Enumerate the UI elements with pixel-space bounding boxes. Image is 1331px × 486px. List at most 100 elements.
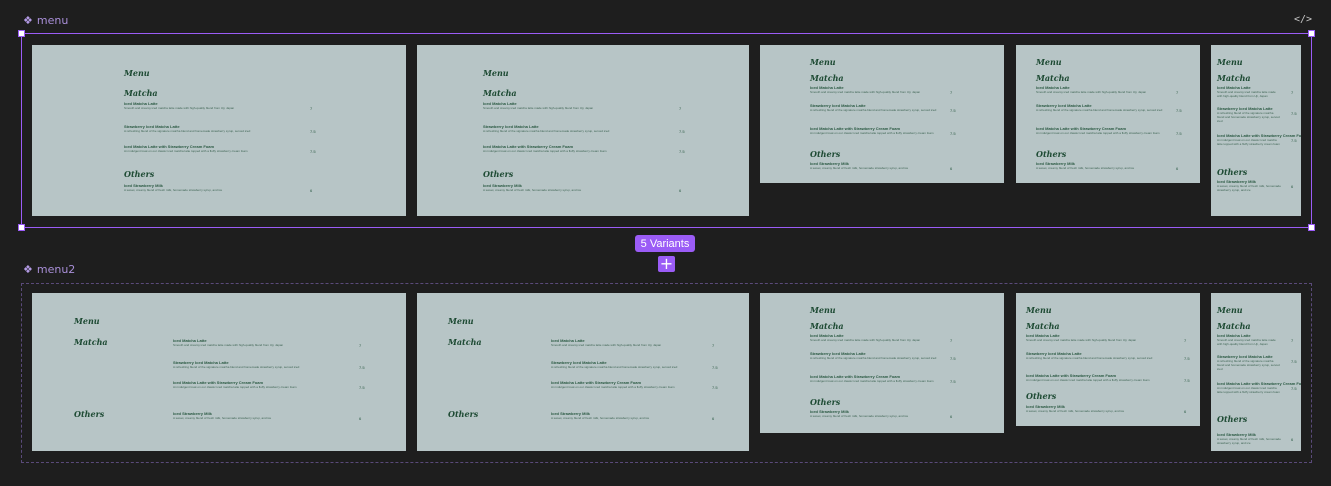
menu-title: Menu: [448, 316, 474, 326]
item-price: 7: [950, 338, 953, 343]
menu-variant-card[interactable]: Menu Matcha Iced Matcha Latte Smooth and cr…: [1016, 293, 1200, 426]
section-matcha: Matcha: [1036, 73, 1070, 83]
item-desc: Smooth and creamy iced matcha latte made…: [810, 338, 921, 342]
item-price: 6: [950, 414, 953, 419]
menu-title: Menu: [74, 316, 100, 326]
item-desc: A refreshing blend of the signature matc…: [483, 129, 610, 133]
item-price: 7.5: [950, 356, 956, 361]
section-others: Others: [1217, 414, 1248, 424]
item-price: 6: [712, 416, 715, 421]
item-price: 7.5: [950, 131, 956, 136]
item-desc: A sweet, creamy blend of fresh milk, hom…: [810, 414, 909, 418]
section-matcha: Matcha: [124, 88, 158, 98]
item-price: 6: [1184, 409, 1187, 414]
item-price: 7.5: [712, 385, 718, 390]
item-desc: A refreshing blend of the signature matc…: [810, 356, 937, 360]
item-desc: A refreshing blend of the signature matc…: [1217, 111, 1280, 123]
item-price: 6: [679, 188, 682, 193]
variants-badge[interactable]: 5 Variants: [635, 235, 695, 252]
item-price: 6: [1176, 166, 1179, 171]
item-desc: A sweet, creamy blend of fresh milk, hom…: [1026, 409, 1125, 413]
item-desc: A sweet, creamy blend of fresh milk, hom…: [1217, 437, 1281, 445]
menu-variant-card[interactable]: Menu Matcha Iced Matcha Latte Smooth and cr…: [32, 45, 406, 216]
item-price: 6: [1291, 437, 1294, 442]
item-desc: A refreshing blend of the signature matc…: [124, 129, 251, 133]
section-others: Others: [448, 409, 479, 419]
section-matcha: Matcha: [483, 88, 517, 98]
item-desc: A sweet, creamy blend of fresh milk, hom…: [483, 188, 582, 192]
menu-title: Menu: [810, 305, 836, 315]
menu-title: Menu: [1217, 305, 1243, 315]
item-desc: An indulgent treat on our classic iced m…: [810, 131, 934, 135]
resize-handle-br[interactable]: [1308, 224, 1315, 231]
item-price: 7.5: [1184, 378, 1190, 383]
section-others: Others: [1036, 149, 1067, 159]
item-price: 7.5: [359, 365, 365, 370]
item-desc: Smooth and creamy iced matcha latte made…: [124, 106, 235, 110]
item-price: 6: [310, 188, 313, 193]
component-icon: ❖: [23, 14, 33, 27]
item-price: 7: [359, 343, 362, 348]
resize-handle-tr[interactable]: [1308, 30, 1315, 37]
item-desc: A sweet, creamy blend of fresh milk, hom…: [1036, 166, 1135, 170]
menu-variant-card[interactable]: Menu Matcha Iced Matcha Latte Smooth and cr…: [760, 293, 1004, 433]
resize-handle-tl[interactable]: [18, 30, 25, 37]
item-desc: An indulgent treat on our classic iced m…: [810, 379, 934, 383]
section-others: Others: [124, 169, 155, 179]
item-desc: A sweet, creamy blend of fresh milk, hom…: [124, 188, 223, 192]
item-price: 7: [712, 343, 715, 348]
menu-variant-card[interactable]: Menu Matcha Iced Matcha Latte Smooth and cr…: [1211, 45, 1301, 216]
menu-variant-card[interactable]: Menu Matcha Others Iced Matcha Latte Smooth …: [417, 293, 749, 451]
item-price: 7: [1176, 90, 1179, 95]
menu-title: Menu: [1217, 57, 1243, 67]
section-matcha: Matcha: [810, 321, 844, 331]
item-desc: A refreshing blend of the signature matc…: [1217, 359, 1280, 371]
menu-title: Menu: [1026, 305, 1052, 315]
item-desc: Smooth and creamy iced matcha latte made…: [1217, 90, 1276, 98]
item-desc: An indulgent treat on our classic iced m…: [124, 149, 248, 153]
section-matcha: Matcha: [810, 73, 844, 83]
menu-title: Menu: [124, 68, 150, 78]
component-set-name: menu: [36, 14, 69, 27]
item-desc: A refreshing blend of the signature matc…: [551, 365, 678, 369]
item-price: 7: [1184, 338, 1187, 343]
menu-variant-card[interactable]: Menu Matcha Iced Matcha Latte Smooth and cr…: [1016, 45, 1200, 183]
item-price: 7.5: [1291, 111, 1297, 116]
item-price: 7: [1291, 338, 1294, 343]
item-price: 7.5: [1176, 131, 1182, 136]
item-desc: An indulgent treat on our classic iced m…: [173, 385, 297, 389]
code-icon[interactable]: </>: [1294, 14, 1312, 25]
component-icon: ❖: [23, 263, 33, 276]
item-price: 7.5: [1291, 359, 1297, 364]
item-desc: An indulgent treat on our classic iced m…: [1026, 378, 1150, 382]
add-variant-button[interactable]: +: [658, 256, 675, 272]
component-set-name: menu2: [36, 263, 76, 276]
menu-variant-card[interactable]: Menu Matcha Others Iced Matcha Latte Smooth …: [32, 293, 406, 451]
resize-handle-bl[interactable]: [18, 224, 25, 231]
menu-title: Menu: [483, 68, 509, 78]
item-desc: An indulgent treat on our classic iced m…: [1036, 131, 1160, 135]
item-price: 7.5: [1291, 386, 1297, 391]
menu-title: Menu: [810, 57, 836, 67]
item-desc: A refreshing blend of the signature matc…: [1026, 356, 1153, 360]
section-matcha: Matcha: [1217, 73, 1251, 83]
component-set-label-menu2[interactable]: ❖ menu2: [23, 263, 75, 276]
item-desc: Smooth and creamy iced matcha latte made…: [1036, 90, 1147, 94]
item-price: 7.5: [950, 379, 956, 384]
item-desc: An indulgent treat on our classic iced m…: [1217, 138, 1280, 146]
section-others: Others: [810, 149, 841, 159]
item-price: 7: [310, 106, 313, 111]
item-price: 7.5: [1184, 356, 1190, 361]
component-set-label-menu[interactable]: ❖ menu: [23, 14, 68, 27]
item-desc: An indulgent treat on our classic iced m…: [1217, 386, 1280, 394]
item-desc: A refreshing blend of the signature matc…: [173, 365, 300, 369]
item-desc: A refreshing blend of the signature matc…: [1036, 108, 1163, 112]
section-others: Others: [1026, 391, 1057, 401]
menu-variant-card[interactable]: Menu Matcha Iced Matcha Latte Smooth and cr…: [417, 45, 749, 216]
item-desc: An indulgent treat on our classic iced m…: [483, 149, 607, 153]
item-price: 7.5: [310, 149, 316, 154]
item-price: 7.5: [679, 149, 685, 154]
item-desc: A sweet, creamy blend of fresh milk, hom…: [1217, 184, 1281, 192]
menu-variant-card[interactable]: Menu Matcha Iced Matcha Latte Smooth and cr…: [760, 45, 1004, 183]
menu-variant-card[interactable]: Menu Matcha Iced Matcha Latte Smooth and cr…: [1211, 293, 1301, 451]
